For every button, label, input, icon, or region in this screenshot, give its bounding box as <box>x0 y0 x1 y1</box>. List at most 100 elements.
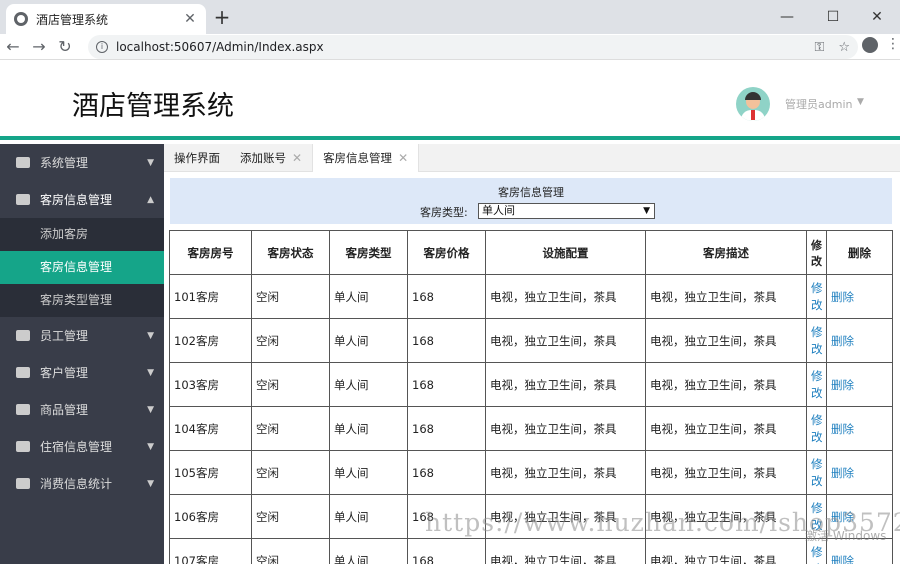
edit-link[interactable]: 修 <box>811 368 826 385</box>
app-header: 酒店管理系统 管理员admin ▼ <box>0 60 900 140</box>
chevron-down-icon: ▼ <box>147 330 154 341</box>
sidebar-item-staff[interactable]: 员工管理 ▼ <box>0 317 164 354</box>
sidebar-item-goods[interactable]: 商品管理 ▼ <box>0 391 164 428</box>
table-cell: 单人间 <box>329 362 408 407</box>
delete-link[interactable]: 删除 <box>831 422 854 436</box>
briefcase-icon <box>16 194 30 205</box>
edit-link[interactable]: 改 <box>811 473 826 490</box>
chevron-down-icon: ▼ <box>147 478 154 489</box>
briefcase-icon <box>16 441 30 452</box>
sidebar-item-consumption[interactable]: 消费信息统计 ▼ <box>0 465 164 502</box>
briefcase-icon <box>16 404 30 415</box>
close-icon[interactable]: ✕ <box>182 11 198 27</box>
sidebar-item-system[interactable]: 系统管理 ▼ <box>0 144 164 181</box>
tab-dashboard[interactable]: 操作界面 <box>164 144 230 172</box>
sidebar-subitem-room-info[interactable]: 客房信息管理 <box>0 251 164 284</box>
briefcase-icon <box>16 367 30 378</box>
profile-icon[interactable] <box>862 37 878 53</box>
column-header: 客房房号 <box>169 230 252 275</box>
table-cell: 电视，独立卫生间，茶具 <box>645 406 807 451</box>
table-row: 107客房空闲单人间168电视，独立卫生间，茶具电视，独立卫生间，茶具修改删除 <box>169 538 893 564</box>
edit-link[interactable]: 改 <box>811 385 826 402</box>
edit-link[interactable]: 改 <box>811 561 826 564</box>
edit-cell: 修改 <box>806 406 827 451</box>
forward-icon[interactable]: → <box>26 37 52 56</box>
grid-icon <box>16 157 30 168</box>
delete-link[interactable]: 删除 <box>831 334 854 348</box>
edit-link[interactable]: 修 <box>811 280 826 297</box>
edit-cell: 修改 <box>806 274 827 319</box>
table-cell: 空闲 <box>251 274 330 319</box>
edit-link[interactable]: 修 <box>811 324 826 341</box>
new-tab-icon[interactable]: + <box>212 6 232 28</box>
table-cell: 空闲 <box>251 318 330 363</box>
edit-link[interactable]: 修 <box>811 544 826 561</box>
window-close-icon[interactable]: ✕ <box>854 0 900 34</box>
delete-link[interactable]: 删除 <box>831 378 854 392</box>
table-cell: 103客房 <box>169 362 252 407</box>
delete-cell: 删除 <box>826 274 893 319</box>
close-icon[interactable]: ✕ <box>398 144 408 172</box>
sidebar-subitem-add-room[interactable]: 添加客房 <box>0 218 164 251</box>
browser-tabstrip: 酒店管理系统 ✕ + — ☐ ✕ <box>0 0 900 34</box>
star-icon[interactable]: ☆ <box>838 40 850 55</box>
sidebar-item-rooms[interactable]: 客房信息管理 ▲ <box>0 181 164 218</box>
sidebar-item-stays[interactable]: 住宿信息管理 ▼ <box>0 428 164 465</box>
table-cell: 168 <box>407 406 486 451</box>
table-cell: 电视，独立卫生间，茶具 <box>485 406 646 451</box>
table-cell: 168 <box>407 538 486 564</box>
table-cell: 101客房 <box>169 274 252 319</box>
browser-tab[interactable]: 酒店管理系统 ✕ <box>6 4 206 34</box>
delete-cell: 删除 <box>826 450 893 495</box>
user-menu[interactable]: 管理员admin <box>785 96 852 112</box>
table-cell: 单人间 <box>329 538 408 564</box>
table-cell: 电视，独立卫生间，茶具 <box>485 274 646 319</box>
browser-toolbar: ← → ↻ i localhost:50607/Admin/Index.aspx… <box>0 34 900 60</box>
delete-link[interactable]: 删除 <box>831 466 854 480</box>
table-row: 102客房 空闲 单人间 168 电视，独立卫生间，茶具 电视，独立卫生间，茶具修改删除 <box>169 318 893 363</box>
edit-link[interactable]: 改 <box>811 341 826 358</box>
table-cell: 空闲 <box>251 494 330 539</box>
table-cell: 107客房 <box>169 538 252 564</box>
table-cell: 105客房 <box>169 450 252 495</box>
column-header: 客房描述 <box>645 230 807 275</box>
delete-link[interactable]: 删除 <box>831 554 854 564</box>
table-cell: 空闲 <box>251 450 330 495</box>
address-bar[interactable]: i localhost:50607/Admin/Index.aspx ⚿ ☆ <box>88 35 858 59</box>
table-cell: 空闲 <box>251 406 330 451</box>
avatar[interactable] <box>736 87 770 121</box>
edit-link[interactable]: 改 <box>811 297 826 314</box>
table-cell: 空闲 <box>251 538 330 564</box>
key-icon[interactable]: ⚿ <box>814 40 824 55</box>
table-cell: 单人间 <box>329 450 408 495</box>
minimize-icon[interactable]: — <box>764 0 810 34</box>
windows-activation-text: 激活 Windows <box>805 529 887 543</box>
info-icon[interactable]: i <box>96 41 108 53</box>
tab-room-info[interactable]: 客房信息管理 ✕ <box>312 144 420 172</box>
delete-link[interactable]: 删除 <box>831 290 854 304</box>
close-icon[interactable]: ✕ <box>292 144 302 172</box>
reload-icon[interactable]: ↻ <box>52 37 78 56</box>
table-cell: 电视，独立卫生间，茶具 <box>485 538 646 564</box>
chevron-up-icon: ▲ <box>147 194 154 205</box>
edit-link[interactable]: 修 <box>811 412 826 429</box>
chevron-down-icon[interactable]: ▼ <box>857 97 864 107</box>
edit-link[interactable]: 修 <box>811 456 826 473</box>
tab-add-account[interactable]: 添加账号 ✕ <box>230 144 312 172</box>
room-type-select[interactable]: 单人间 ▼ <box>478 203 655 219</box>
sidebar-item-customers[interactable]: 客户管理 ▼ <box>0 354 164 391</box>
sidebar-item-label: 客户管理 <box>40 366 89 380</box>
column-header: 客房价格 <box>407 230 486 275</box>
delete-cell: 删除 <box>826 318 893 363</box>
sidebar: 系统管理 ▼ 客房信息管理 ▲ 添加客房 客房信息管理 客房类型管理 员工管理 … <box>0 144 164 564</box>
chevron-down-icon: ▼ <box>147 367 154 378</box>
table-cell: 168 <box>407 362 486 407</box>
sidebar-item-label: 客房信息管理 <box>40 193 113 207</box>
room-type-selected: 单人间 <box>482 204 515 217</box>
sidebar-subitem-room-type[interactable]: 客房类型管理 <box>0 284 164 317</box>
maximize-icon[interactable]: ☐ <box>810 0 856 34</box>
edit-link[interactable]: 改 <box>811 429 826 446</box>
menu-icon[interactable]: ⋮ <box>886 36 900 52</box>
table-cell: 106客房 <box>169 494 252 539</box>
back-icon[interactable]: ← <box>0 37 26 56</box>
